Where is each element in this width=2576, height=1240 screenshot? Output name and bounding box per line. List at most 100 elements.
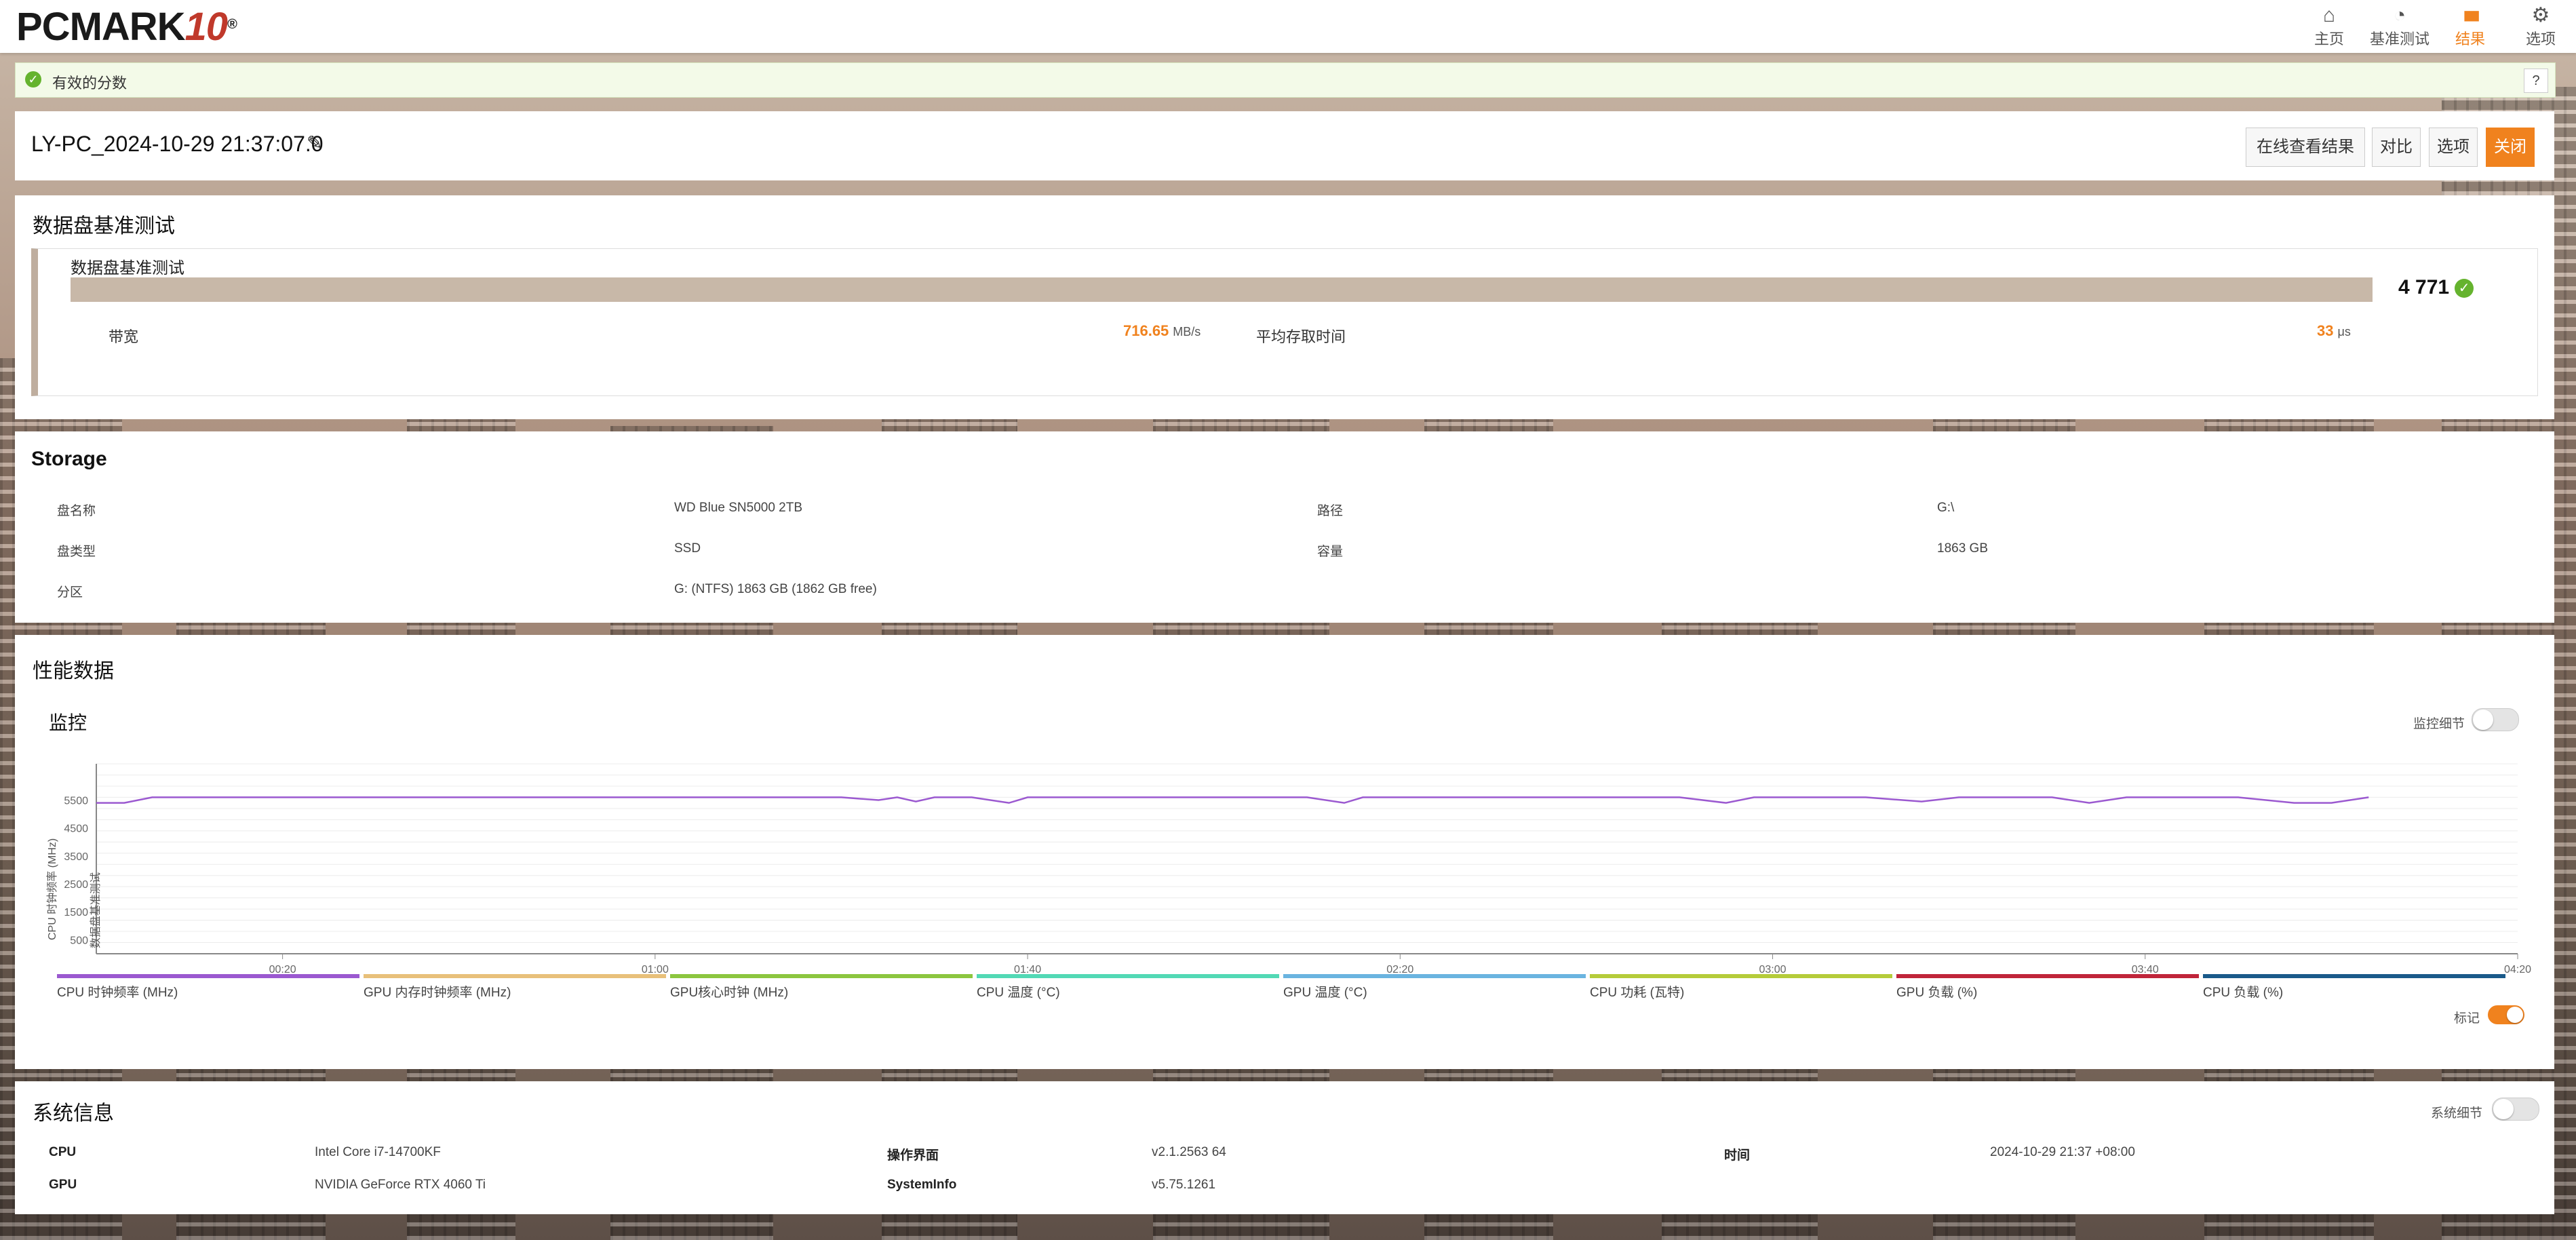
benchmark-card: 数据盘基准测试 4 771 ✓ 带宽 716.65 MB/s 平均存取时间 33 μs <box>31 248 2538 396</box>
legend-gpu-temp[interactable]: GPU 温度 (°C) <box>1283 974 1586 1001</box>
y-ticks: 500 1500 2500 3500 4500 5500 <box>64 796 88 947</box>
gear-icon: ⚙ <box>2531 4 2550 26</box>
y-tick-label: 2500 <box>64 879 88 891</box>
series-group <box>96 796 2369 804</box>
system-detail-label: 系统细节 <box>2431 1106 2483 1121</box>
partition-label: 分区 <box>57 585 83 600</box>
benchmark-section: 数据盘基准测试 数据盘基准测试 4 771 ✓ 带宽 716.65 MB/s 平均存… <box>15 195 2554 419</box>
y-axis-label: CPU 时钟频率 (MHz) <box>46 838 58 940</box>
marker-toggle[interactable] <box>2488 1005 2524 1024</box>
legend-label: GPU 内存时钟频率 (MHz) <box>364 986 511 1000</box>
legend-swatch <box>364 974 666 978</box>
partition-value: G: (NTFS) 1863 GB (1862 GB free) <box>674 582 877 596</box>
performance-section: 性能数据 监控 监控细节 500 1500 2500 3500 4500 5500 00:… <box>15 635 2554 1069</box>
capacity-label: 容量 <box>1317 545 1344 559</box>
valid-score-banner: ✓ 有效的分数 ? <box>15 62 2556 98</box>
legend-label: CPU 时钟频率 (MHz) <box>57 986 178 1000</box>
performance-title: 性能数据 <box>33 660 114 682</box>
benchmark-section-title: 数据盘基准测试 <box>33 215 175 237</box>
legend-swatch <box>57 974 359 978</box>
legend-swatch <box>977 974 1279 978</box>
main-nav: ⌂ 主页 ◔ 基准测试 ▮▮▮ 结果 ⚙ 选项 <box>2294 0 2576 53</box>
cpu-label: CPU <box>49 1145 77 1159</box>
access-time-value: 33 μs <box>2317 322 2351 340</box>
access-time-label: 平均存取时间 <box>1256 328 1346 345</box>
legend-swatch <box>2203 974 2505 978</box>
systeminfo-label: SystemInfo <box>887 1178 957 1192</box>
compare-button[interactable]: 对比 <box>2372 128 2421 167</box>
y-tick-label: 500 <box>70 935 88 946</box>
gpu-value: NVIDIA GeForce RTX 4060 Ti <box>315 1178 486 1192</box>
bandwidth-unit: MB/s <box>1173 325 1201 338</box>
y-tick-label: 3500 <box>64 851 88 863</box>
access-time-number: 33 <box>2317 322 2334 339</box>
system-detail-toggle[interactable] <box>2492 1098 2539 1121</box>
nav-options-label: 选项 <box>2525 31 2556 47</box>
edit-pencil-icon[interactable]: ✎ <box>307 132 322 154</box>
score-bar <box>71 277 2373 302</box>
marker-label: 标记 <box>2454 1011 2480 1026</box>
x-ticks: 00:20 01:00 01:40 02:20 03:00 03:40 04:20 <box>269 954 2531 975</box>
nav-results[interactable]: ▮▮▮ 结果 <box>2435 0 2505 53</box>
options-button[interactable]: 选项 <box>2429 128 2478 167</box>
nav-benchmarks[interactable]: ◔ 基准测试 <box>2364 0 2435 53</box>
series-line-cpu-clock <box>96 796 2369 804</box>
legend-label: GPU 负载 (%) <box>1896 986 1978 1000</box>
toggle-knob <box>2473 710 2493 730</box>
valid-check-icon: ✓ <box>2455 279 2474 298</box>
nav-results-label: 结果 <box>2455 31 2485 47</box>
legend-cpu-clock[interactable]: CPU 时钟频率 (MHz) <box>57 974 359 1001</box>
nav-options[interactable]: ⚙ 选项 <box>2505 0 2576 53</box>
help-button[interactable]: ? <box>2524 69 2548 93</box>
bar-chart-icon: ▮▮▮ <box>2463 8 2480 23</box>
result-name: LY-PC_2024-10-29 21:37:07.0 <box>31 132 324 156</box>
top-bar: PCMARK10® ⌂ 主页 ◔ 基准测试 ▮▮▮ 结果 ⚙ 选项 <box>0 0 2576 53</box>
drive-name-value: WD Blue SN5000 2TB <box>674 501 803 515</box>
legend-label: CPU 负载 (%) <box>2203 986 2284 1000</box>
cpu-value: Intel Core i7-14700KF <box>315 1145 441 1159</box>
system-info-section: 系统信息 系统细节 CPU Intel Core i7-14700KF 操作界面… <box>15 1081 2554 1214</box>
close-button[interactable]: 关闭 <box>2486 128 2535 167</box>
legend-gpu-core-clock[interactable]: GPU核心时钟 (MHz) <box>670 974 973 1001</box>
y-marker-label: 数据盘基准测试 <box>89 872 102 948</box>
gauge-icon: ◔ <box>2393 4 2406 26</box>
systeminfo-value: v5.75.1261 <box>1152 1178 1216 1192</box>
drive-name-label: 盘名称 <box>57 504 96 518</box>
legend-swatch <box>670 974 973 978</box>
chart-grid <box>96 763 2518 954</box>
time-value: 2024-10-29 21:37 +08:00 <box>1990 1145 2135 1159</box>
legend-swatch <box>1896 974 2199 978</box>
home-icon: ⌂ <box>2322 4 2336 26</box>
banner-text: 有效的分数 <box>52 75 128 92</box>
legend-swatch <box>1590 974 1892 978</box>
check-icon: ✓ <box>25 71 41 88</box>
y-tick-label: 4500 <box>64 824 88 835</box>
legend-gpu-mem-clock[interactable]: GPU 内存时钟频率 (MHz) <box>364 974 666 1001</box>
x-tick-label: 04:20 <box>2504 964 2531 975</box>
gui-label: 操作界面 <box>887 1148 939 1163</box>
drive-type-value: SSD <box>674 541 701 556</box>
monitor-detail-toggle[interactable] <box>2472 708 2519 731</box>
benchmark-score: 4 771 ✓ <box>2398 276 2474 299</box>
legend-cpu-temp[interactable]: CPU 温度 (°C) <box>977 974 1279 1001</box>
legend-cpu-load[interactable]: CPU 负载 (%) <box>2203 974 2505 1001</box>
benchmark-sub-title: 数据盘基准测试 <box>71 259 184 277</box>
view-online-button[interactable]: 在线查看结果 <box>2246 128 2365 167</box>
toggle-knob <box>2507 1007 2523 1023</box>
bandwidth-number: 716.65 <box>1123 322 1169 339</box>
monitor-title: 监控 <box>49 712 87 733</box>
legend-gpu-load[interactable]: GPU 负载 (%) <box>1896 974 2199 1001</box>
gpu-label: GPU <box>49 1178 77 1192</box>
gui-value: v2.1.2563 64 <box>1152 1145 1226 1159</box>
legend-cpu-power[interactable]: CPU 功耗 (瓦特) <box>1590 974 1892 1001</box>
pcmark-logo: PCMARK10® <box>16 5 237 49</box>
capacity-value: 1863 GB <box>1937 541 1988 556</box>
drive-type-label: 盘类型 <box>57 545 96 559</box>
nav-home[interactable]: ⌂ 主页 <box>2294 0 2364 53</box>
legend-label: CPU 温度 (°C) <box>977 986 1060 1000</box>
result-title-bar: LY-PC_2024-10-29 21:37:07.0 ✎ 在线查看结果 对比 … <box>15 111 2554 180</box>
access-time-unit: μs <box>2337 325 2351 338</box>
storage-section: Storage 盘名称 WD Blue SN5000 2TB 路径 G:\ 盘类… <box>15 431 2554 623</box>
nav-home-label: 主页 <box>2314 31 2344 47</box>
score-value: 4 771 <box>2398 276 2450 298</box>
